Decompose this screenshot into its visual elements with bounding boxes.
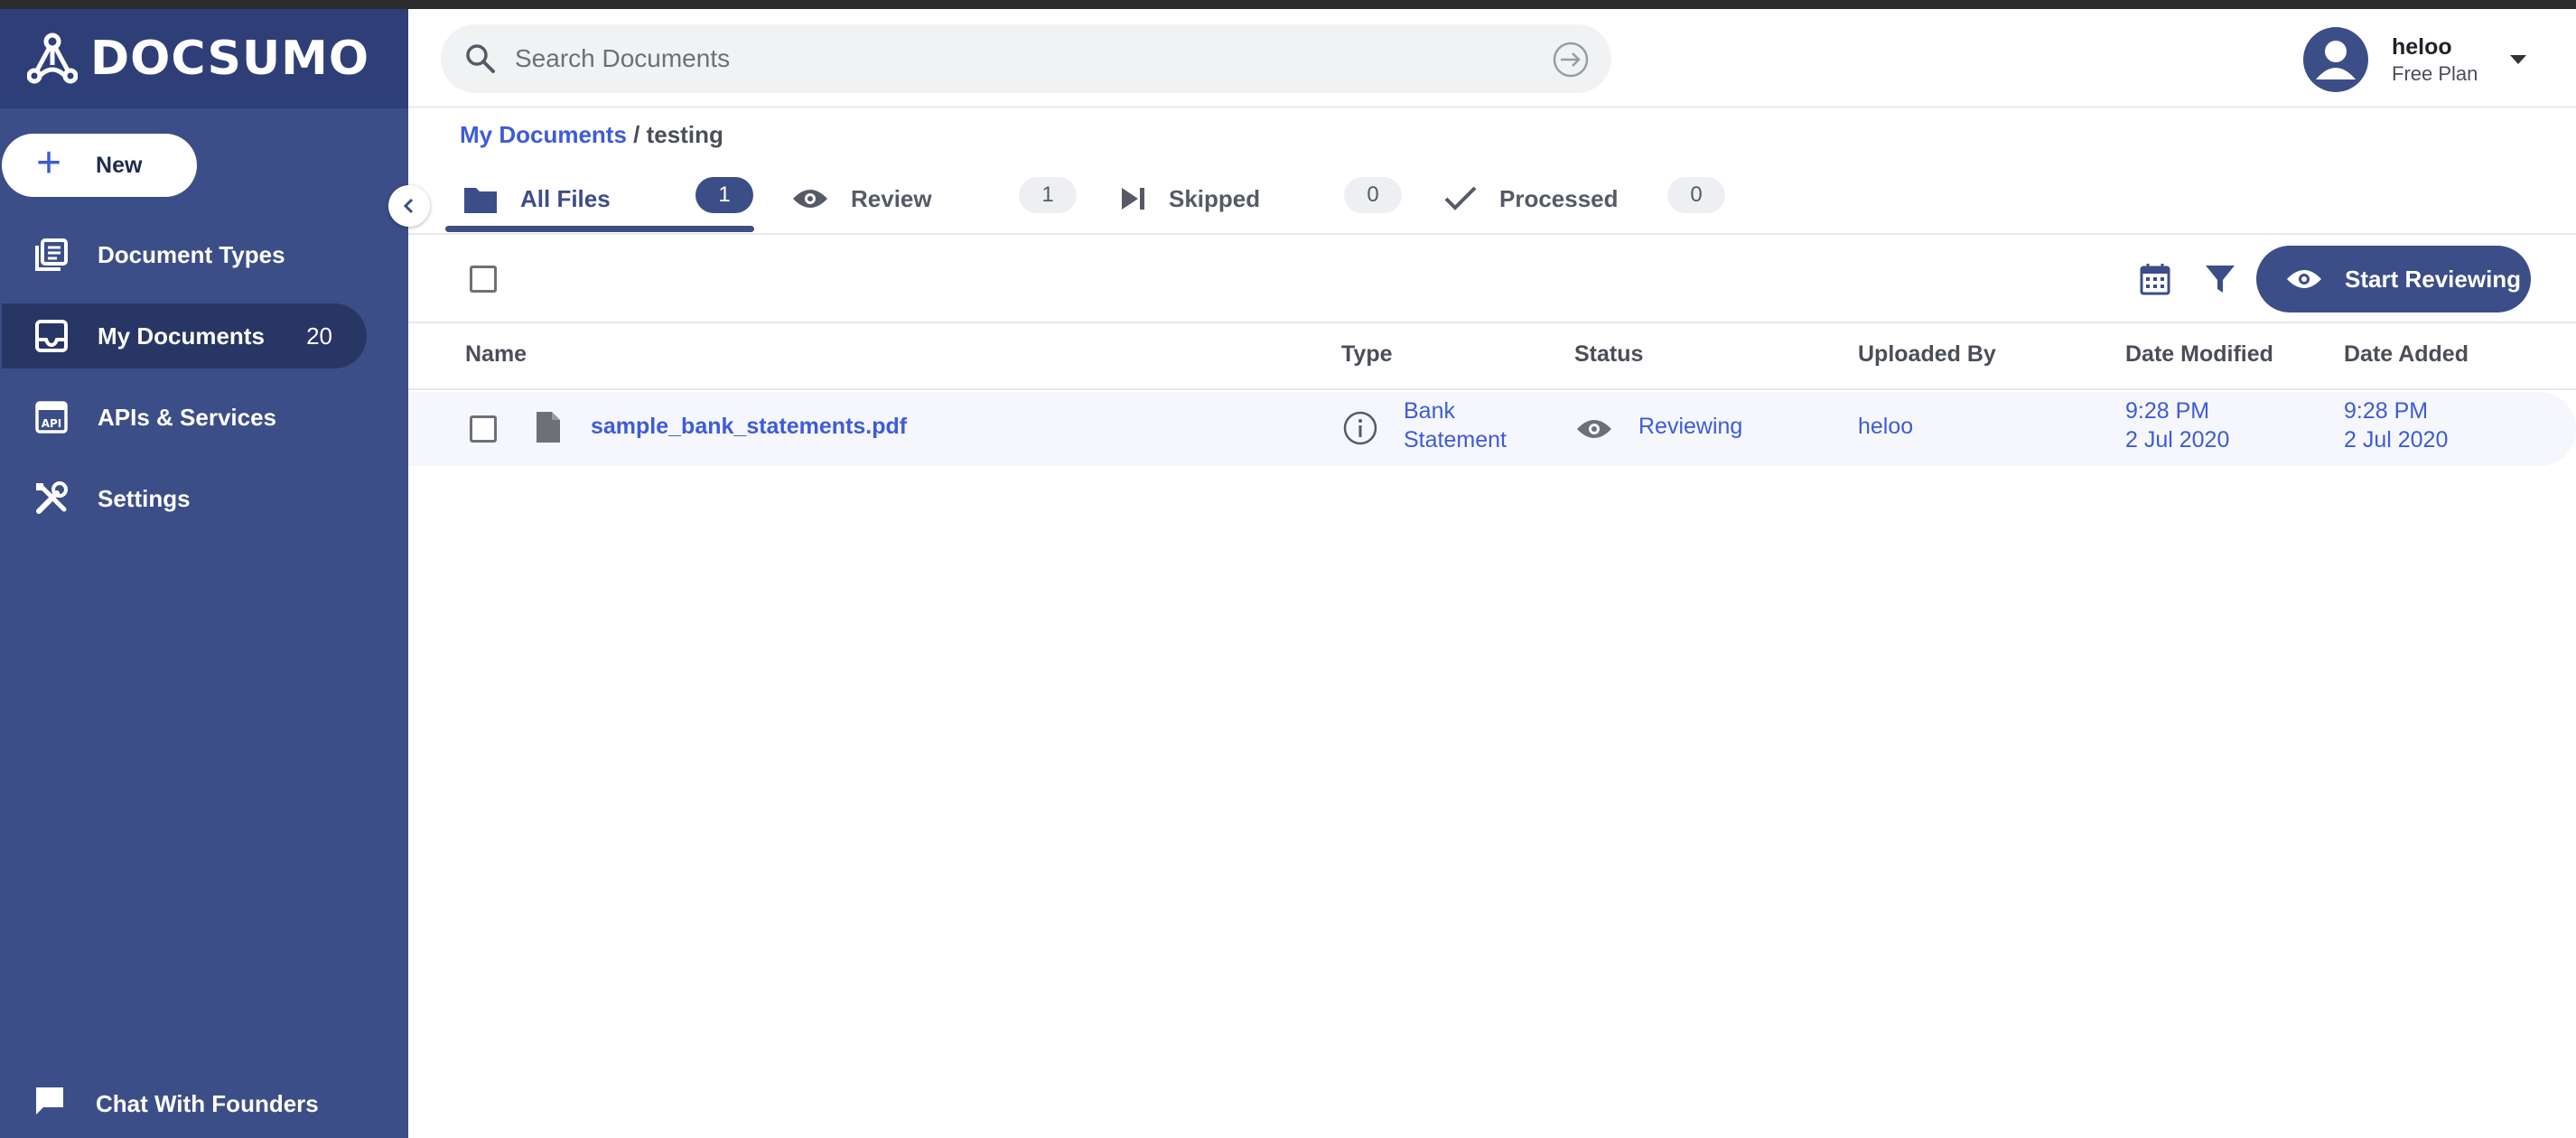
tab-processed[interactable]: Processed — [1443, 163, 1619, 235]
select-all-checkbox[interactable] — [470, 266, 497, 293]
tab-skipped-count: 0 — [1344, 177, 1402, 213]
document-type: Bank Statement — [1404, 398, 1507, 452]
eye-icon — [793, 190, 827, 208]
sidebar-item-label: Document Types — [98, 240, 285, 268]
info-icon[interactable] — [1342, 410, 1378, 446]
svg-text:API: API — [42, 417, 62, 430]
submit-search-icon[interactable] — [1552, 41, 1590, 79]
user-name: heloo — [2392, 33, 2452, 60]
breadcrumb-root-link[interactable]: My Documents — [460, 121, 627, 148]
column-header-name[interactable]: Name — [465, 341, 527, 368]
eye-icon — [1577, 420, 1611, 438]
status-text: Reviewing — [1638, 414, 1743, 439]
tab-skipped[interactable]: Skipped — [1120, 163, 1260, 235]
new-button[interactable]: + New — [2, 134, 197, 197]
table-row[interactable]: sample_bank_statements.pdf Bank Statemen… — [408, 392, 2576, 466]
column-header-uploaded-by[interactable]: Uploaded By — [1858, 341, 1996, 368]
browser-top-strip — [0, 0, 2576, 9]
api-icon: API — [33, 398, 70, 436]
tab-processed-count: 0 — [1667, 177, 1725, 213]
header: Search Documents heloo Free Plan — [408, 9, 2576, 108]
new-button-label: New — [96, 152, 143, 178]
active-tab-indicator — [445, 226, 754, 232]
user-plan: Free Plan — [2392, 61, 2478, 85]
breadcrumb: My Documents / testing — [460, 121, 723, 149]
column-header-status[interactable]: Status — [1574, 341, 1643, 368]
document-types-icon — [33, 236, 70, 274]
date-added: 9:28 PM 2 Jul 2020 — [2344, 398, 2449, 452]
folder-icon — [464, 188, 497, 213]
date-modified: 9:28 PM 2 Jul 2020 — [2125, 398, 2230, 452]
column-header-type[interactable]: Type — [1341, 341, 1393, 368]
file-icon — [537, 412, 560, 443]
user-icon — [2316, 41, 2356, 79]
start-reviewing-button[interactable]: Start Reviewing — [2256, 246, 2531, 312]
chat-label: Chat With Founders — [96, 1090, 319, 1117]
search-placeholder: Search Documents — [515, 44, 731, 72]
sidebar-item-label: APIs & Services — [98, 403, 277, 431]
my-documents-count: 20 — [306, 322, 332, 350]
status-tabs: All Files 1 Review 1 Skipped 0 Processed… — [408, 163, 2576, 235]
sidebar-item-label: Settings — [98, 484, 191, 512]
check-icon — [1444, 186, 1477, 210]
avatar — [2303, 27, 2368, 92]
inbox-icon — [33, 317, 70, 355]
sidebar-item-document-types[interactable]: Document Types — [2, 222, 367, 287]
collapse-sidebar-button[interactable] — [388, 185, 430, 227]
tab-all-files[interactable]: All Files — [462, 163, 611, 235]
calendar-icon[interactable] — [2139, 262, 2171, 296]
chat-with-founders[interactable]: Chat With Founders — [2, 1084, 319, 1124]
tab-all-files-count: 1 — [695, 177, 753, 213]
logo-text: DOCSUMO — [90, 32, 370, 86]
table-header: Name Type Status Uploaded By Date Modifi… — [408, 325, 2576, 390]
breadcrumb-current: / testing — [633, 121, 723, 148]
user-menu[interactable]: heloo Free Plan — [2303, 27, 2527, 92]
column-header-date-modified[interactable]: Date Modified — [2125, 341, 2273, 368]
search-input[interactable]: Search Documents — [441, 24, 1611, 93]
skip-icon — [1122, 188, 1144, 210]
plus-icon: + — [36, 139, 62, 187]
sidebar-item-settings[interactable]: Settings — [2, 466, 367, 531]
sidebar-item-label: My Documents — [98, 322, 265, 350]
file-name-link[interactable]: sample_bank_statements.pdf — [591, 414, 907, 440]
eye-icon — [2287, 270, 2321, 288]
sidebar: DOCSUMO + New Document Types My Document… — [0, 9, 408, 1138]
toolbar: Start Reviewing — [408, 237, 2576, 323]
chat-icon — [33, 1084, 67, 1124]
filter-icon[interactable] — [2204, 262, 2236, 296]
chevron-left-icon — [403, 198, 414, 214]
sidebar-item-apis-services[interactable]: API APIs & Services — [2, 385, 367, 450]
search-icon — [466, 44, 495, 73]
column-header-date-added[interactable]: Date Added — [2344, 341, 2469, 368]
docsumo-logo-icon — [27, 33, 78, 84]
logo[interactable]: DOCSUMO — [0, 9, 408, 108]
tab-review[interactable]: Review — [791, 163, 932, 235]
chevron-down-icon[interactable] — [2510, 55, 2527, 64]
tab-review-count: 1 — [1019, 177, 1077, 213]
sidebar-item-my-documents[interactable]: My Documents 20 — [2, 303, 367, 368]
uploaded-by: heloo — [1858, 414, 1914, 439]
row-checkbox[interactable] — [470, 415, 497, 443]
tools-icon — [33, 480, 70, 518]
